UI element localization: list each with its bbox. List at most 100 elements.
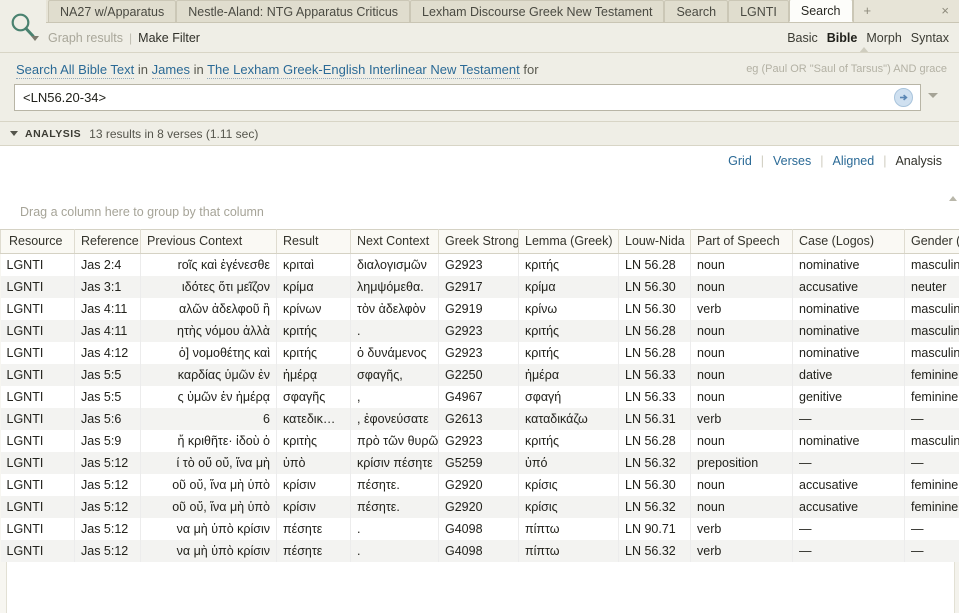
column-header-gender[interactable]: Gender (: [904, 229, 959, 254]
cell-lemma: κρίνω: [518, 298, 619, 320]
cell-pos: verb: [690, 298, 793, 320]
column-header-resource[interactable]: Resource: [0, 229, 75, 254]
search-resource-link[interactable]: The Lexham Greek-English Interlinear New…: [207, 62, 520, 79]
search-history-chevron-down-icon[interactable]: [928, 93, 938, 98]
cell-gender: feminine: [904, 474, 959, 496]
cell-lemma: κριτής: [518, 342, 619, 364]
table-row[interactable]: LGNTI Jas 5:5 καρδίας ὑμῶν ἐν ἡμέρᾳ σφαγῆς, G…: [0, 364, 959, 386]
cell-case: —: [792, 408, 905, 430]
cell-lemma: σφαγή: [518, 386, 619, 408]
cell-case: nominative: [792, 253, 905, 276]
cell-reference: Jas 5:5: [74, 364, 141, 386]
mode-basic[interactable]: Basic: [787, 31, 818, 45]
view-tab-grid[interactable]: Grid: [719, 154, 761, 168]
cell-louw-nida: LN 56.33: [618, 364, 691, 386]
cell-next-context: λημψόμεθα.: [350, 276, 439, 298]
cell-result: κρίμα: [276, 276, 351, 298]
scroll-up-icon[interactable]: [949, 196, 957, 201]
search-all-bible-text-link[interactable]: Search All Bible Text: [16, 62, 135, 79]
cell-result: κρίσιν: [276, 474, 351, 496]
cell-pos: verb: [690, 408, 793, 430]
cell-louw-nida: LN 90.71: [618, 518, 691, 540]
mode-morph[interactable]: Morph: [866, 31, 901, 45]
magnifier-icon[interactable]: [0, 0, 46, 52]
cell-lemma: κριτής: [518, 320, 619, 342]
cell-case: nominative: [792, 430, 905, 452]
go-arrow-icon[interactable]: [894, 88, 913, 107]
cell-strongs: G2923: [438, 430, 519, 452]
table-row[interactable]: LGNTI Jas 4:11 αλῶν ἀδελφοῦ ἢ κρίνων τὸν ἀδε…: [0, 298, 959, 320]
cell-louw-nida: LN 56.30: [618, 298, 691, 320]
close-icon[interactable]: ×: [941, 0, 949, 22]
cell-previous-context: να μὴ ὑπὸ κρίσιν: [140, 518, 277, 540]
table-row[interactable]: LGNTI Jas 4:11 ητὴς νόμου ἀλλὰ κριτής. G2923…: [0, 320, 959, 342]
cell-reference: Jas 5:12: [74, 518, 141, 540]
tab-search-active[interactable]: Search: [788, 0, 853, 22]
table-row[interactable]: LGNTI Jas 5:12 να μὴ ὑπὸ κρίσιν πέσητε. G409…: [0, 518, 959, 540]
table-row[interactable]: LGNTI Jas 5:5 ς ὑμῶν ἐν ἡμέρᾳ σφαγῆς, G4967 σ…: [0, 386, 959, 408]
table-row[interactable]: LGNTI Jas 5:12 να μὴ ὑπὸ κρίσιν πέσητε. G409…: [0, 540, 959, 562]
logos-search-window: NA27 w/Apparatus Nestle-Aland: NTG Appar…: [0, 0, 959, 613]
group-by-drop-area[interactable]: Drag a column here to group by that colu…: [0, 195, 959, 229]
column-header-louw-nida[interactable]: Louw-Nida: [618, 229, 691, 254]
cell-next-context: σφαγῆς,: [350, 364, 439, 386]
cell-case: accusative: [792, 496, 905, 518]
search-input[interactable]: [15, 85, 894, 110]
tab-search-1[interactable]: Search: [664, 0, 729, 22]
view-tab-analysis[interactable]: Analysis: [886, 154, 951, 168]
table-row[interactable]: LGNTI Jas 5:12 ί τὸ οὔ οὔ, ἵνα μὴ ὑπὸ κρίσιν…: [0, 452, 959, 474]
column-header-lemma-greek[interactable]: Lemma (Greek): [518, 229, 619, 254]
cell-previous-context: ὁ] νομοθέτης καὶ: [140, 342, 277, 364]
cell-next-context: πέσητε.: [350, 496, 439, 518]
mode-syntax[interactable]: Syntax: [911, 31, 949, 45]
cell-resource: LGNTI: [0, 320, 75, 342]
tab-bar: NA27 w/Apparatus Nestle-Aland: NTG Appar…: [0, 0, 959, 23]
tab-nestle-aland[interactable]: Nestle-Aland: NTG Apparatus Criticus: [176, 0, 411, 22]
column-header-reference[interactable]: Reference: [74, 229, 141, 254]
tab-lexham-discourse[interactable]: Lexham Discourse Greek New Testament: [410, 0, 665, 22]
results-table: Resource Reference Previous Context Resu…: [0, 229, 959, 562]
column-header-greek-strongs[interactable]: Greek Strong's: [438, 229, 519, 254]
table-row[interactable]: LGNTI Jas 3:1 ιδότες ὅτι μεῖζον κρίμα λημψόμ…: [0, 276, 959, 298]
cell-gender: feminine: [904, 364, 959, 386]
magnifier-dropdown-icon[interactable]: [31, 36, 39, 41]
column-header-case-logos[interactable]: Case (Logos): [792, 229, 905, 254]
cell-result: σφαγῆς: [276, 386, 351, 408]
column-header-previous-context[interactable]: Previous Context: [140, 229, 277, 254]
cell-lemma: πίπτω: [518, 518, 619, 540]
cell-strongs: G2613: [438, 408, 519, 430]
new-tab-icon[interactable]: +: [864, 0, 872, 22]
table-row[interactable]: LGNTI Jas 5:9 ἤ κριθῆτε· ἰδοὺ ὁ κριτὴς πρὸ τ…: [0, 430, 959, 452]
column-header-next-context[interactable]: Next Context: [350, 229, 439, 254]
make-filter-button[interactable]: Make Filter: [138, 31, 200, 45]
toolbar: Graph results | Make Filter Basic Bible …: [0, 23, 959, 53]
collapse-triangle-down-icon[interactable]: [10, 131, 18, 136]
view-tab-verses[interactable]: Verses: [764, 154, 820, 168]
tab-na27[interactable]: NA27 w/Apparatus: [48, 0, 177, 22]
cell-reference: Jas 5:12: [74, 496, 141, 518]
table-row[interactable]: LGNTI Jas 5:6 6 κατεδικ…, ἐφονεύσατε G2613 κα…: [0, 408, 959, 430]
cell-result: κριτής: [276, 320, 351, 342]
view-tab-aligned[interactable]: Aligned: [824, 154, 884, 168]
graph-results-button[interactable]: Graph results: [48, 31, 123, 45]
column-header-result[interactable]: Result: [276, 229, 351, 254]
search-query-row[interactable]: [14, 84, 921, 111]
tab-lgnti[interactable]: LGNTI: [728, 0, 789, 22]
cell-next-context: τὸν ἀδελφὸν: [350, 298, 439, 320]
search-scope-link[interactable]: James: [151, 62, 190, 79]
cell-case: —: [792, 518, 905, 540]
table-row[interactable]: LGNTI Jas 5:12 οῦ οὔ, ἵνα μὴ ὑπὸ κρίσιν πέση…: [0, 496, 959, 518]
table-row[interactable]: LGNTI Jas 4:12 ὁ] νομοθέτης καὶ κριτής ὁ δυν…: [0, 342, 959, 364]
cell-resource: LGNTI: [0, 386, 75, 408]
mode-bible[interactable]: Bible: [827, 31, 858, 45]
new-tab-area[interactable]: + ×: [852, 0, 959, 22]
cell-strongs: G4098: [438, 540, 519, 562]
cell-resource: LGNTI: [0, 253, 75, 276]
cell-previous-context: roῖς καὶ ἐγένεσθε: [140, 253, 277, 276]
column-header-part-of-speech[interactable]: Part of Speech: [690, 229, 793, 254]
table-header-row: Resource Reference Previous Context Resu…: [0, 229, 959, 254]
cell-strongs: G5259: [438, 452, 519, 474]
table-row[interactable]: LGNTI Jas 5:12 οῦ οὔ, ἵνα μὴ ὑπὸ κρίσιν πέση…: [0, 474, 959, 496]
cell-lemma: κρίσις: [518, 474, 619, 496]
table-row[interactable]: LGNTI Jas 2:4 roῖς καὶ ἐγένεσθε κριταὶ διαλο…: [0, 253, 959, 276]
